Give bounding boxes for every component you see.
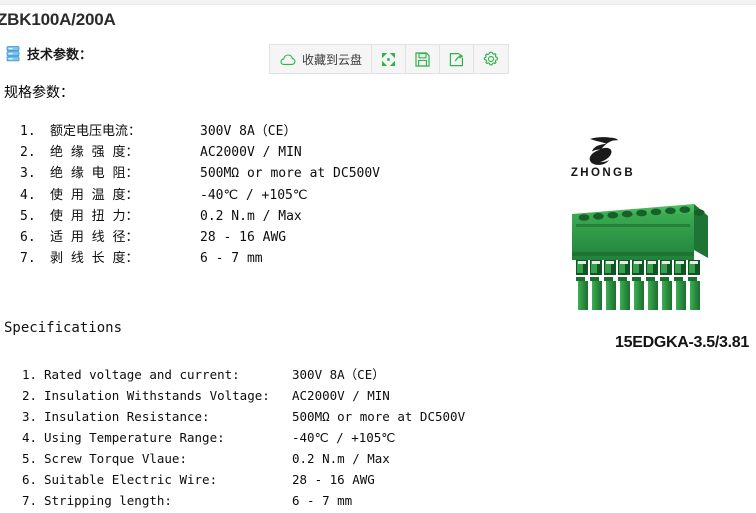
- spec-table-en: 1. Rated voltage and current: 300V 8A（CE…: [22, 364, 465, 511]
- row-label: Stripping length:: [44, 493, 172, 508]
- row-number: 6.: [22, 472, 38, 487]
- row-label: 适 用 线 径：: [50, 230, 139, 246]
- part-number-label: 15EDGKA-3.5/3.81: [615, 334, 749, 351]
- row-value: AC2000V / MIN: [200, 145, 302, 161]
- row-value: 0.2 N.m / Max: [200, 208, 302, 224]
- fullscreen-button[interactable]: [372, 45, 407, 73]
- table-row: 3. Insulation Resistance: 500MΩ or more …: [22, 406, 465, 427]
- row-label: 额定电压电流：: [50, 124, 142, 139]
- row-value: 6 - 7 mm: [200, 251, 263, 267]
- brand-logo: ZHONGB: [560, 136, 646, 179]
- save-to-cloud-label: 收藏到云盘: [302, 52, 363, 67]
- row-value: 0.2 N.m / Max: [292, 451, 390, 466]
- row-label: 绝 缘 电 阻：: [50, 166, 139, 182]
- table-row: 3. 绝 缘 电 阻： 500MΩ or more at DC500V: [20, 163, 380, 184]
- terminal-block-connector-image: [562, 192, 712, 322]
- save-to-cloud-button[interactable]: 收藏到云盘: [270, 45, 373, 73]
- row-number: 6.: [20, 230, 36, 246]
- table-row: 2. 绝 缘 强 度： AC2000V / MIN: [20, 142, 380, 163]
- table-row: 1. 额定电压电流： 300V 8A（CE）: [20, 121, 380, 142]
- gear-icon: [483, 51, 499, 67]
- row-value: -40℃ / +105℃: [292, 430, 396, 445]
- row-number: 5.: [20, 208, 36, 224]
- brand-name: ZHONGB: [570, 167, 636, 179]
- settings-button[interactable]: [474, 45, 509, 73]
- spec-heading-en: Specifications: [4, 320, 123, 336]
- row-number: 7.: [22, 493, 38, 508]
- row-number: 2.: [20, 145, 36, 161]
- row-value: 28 - 16 AWG: [292, 472, 375, 487]
- row-value: 300V 8A（CE）: [292, 367, 385, 382]
- share-button[interactable]: [440, 45, 475, 73]
- row-label: 使 用 扭 力：: [50, 208, 139, 224]
- table-row: 2. Insulation Withstands Voltage: AC2000…: [22, 385, 465, 406]
- database-icon: [6, 45, 20, 62]
- row-label: 剥 线 长 度：: [50, 251, 139, 267]
- table-row: 4. Using Temperature Range: -40℃ / +105℃: [22, 427, 465, 448]
- row-value: 28 - 16 AWG: [200, 230, 287, 246]
- row-label: Using Temperature Range:: [44, 430, 225, 445]
- spec-table-cn: 1. 额定电压电流： 300V 8A（CE） 2. 绝 缘 强 度： AC200…: [20, 121, 380, 269]
- table-row: 4. 使 用 温 度： -40℃ / +105℃: [20, 185, 380, 206]
- page-root: ZBK100A/200A 技术参数： 收藏到云盘 规格参数： 1. 额定电压电流…: [0, 0, 756, 513]
- row-number: 7.: [20, 251, 36, 267]
- row-number: 2.: [22, 388, 38, 403]
- save-icon: [415, 51, 430, 67]
- tech-params-heading: 技术参数：: [6, 44, 92, 63]
- zhongb-logo-mark-icon: [560, 136, 646, 166]
- tech-params-label: 技术参数：: [27, 48, 93, 63]
- page-title: ZBK100A/200A: [0, 10, 116, 29]
- row-number: 3.: [20, 166, 36, 182]
- row-label: Rated voltage and current:: [44, 367, 240, 382]
- table-row: 7. Stripping length: 6 - 7 mm: [22, 490, 465, 511]
- row-number: 3.: [22, 409, 38, 424]
- table-row: 5. Screw Torque Vlaue: 0.2 N.m / Max: [22, 448, 465, 469]
- fullscreen-icon: [381, 52, 396, 67]
- row-label: Insulation Resistance:: [44, 409, 210, 424]
- row-value: 300V 8A（CE）: [200, 124, 297, 139]
- table-row: 6. Suitable Electric Wire: 28 - 16 AWG: [22, 469, 465, 490]
- row-value: AC2000V / MIN: [292, 388, 390, 403]
- row-number: 4.: [22, 430, 38, 445]
- table-row: 7. 剥 线 长 度： 6 - 7 mm: [20, 248, 380, 269]
- spec-heading-cn: 规格参数：: [4, 85, 74, 101]
- row-number: 1.: [20, 124, 36, 139]
- share-icon: [449, 52, 464, 67]
- table-row: 1. Rated voltage and current: 300V 8A（CE…: [22, 364, 465, 385]
- row-label: Insulation Withstands Voltage:: [44, 388, 270, 403]
- row-number: 5.: [22, 451, 38, 466]
- row-value: 500MΩ or more at DC500V: [292, 409, 466, 424]
- row-value: -40℃ / +105℃: [200, 187, 308, 203]
- row-label: 绝 缘 强 度：: [50, 145, 139, 161]
- row-value: 500MΩ or more at DC500V: [200, 166, 381, 182]
- row-number: 1.: [22, 367, 38, 382]
- row-label: Suitable Electric Wire:: [44, 472, 218, 487]
- save-button[interactable]: [406, 45, 441, 73]
- product-figure: ZHONGB 15EDGKA-3.5/3.81: [512, 128, 756, 368]
- row-label: 使 用 温 度：: [50, 187, 139, 203]
- top-strip: [0, 0, 756, 5]
- row-value: 6 - 7 mm: [292, 493, 353, 508]
- row-label: Screw Torque Vlaue:: [44, 451, 187, 466]
- toolbar: 收藏到云盘: [269, 44, 510, 74]
- table-row: 6. 适 用 线 径： 28 - 16 AWG: [20, 227, 380, 248]
- table-row: 5. 使 用 扭 力： 0.2 N.m / Max: [20, 206, 380, 227]
- cloud-icon: [279, 53, 296, 66]
- row-number: 4.: [20, 187, 36, 203]
